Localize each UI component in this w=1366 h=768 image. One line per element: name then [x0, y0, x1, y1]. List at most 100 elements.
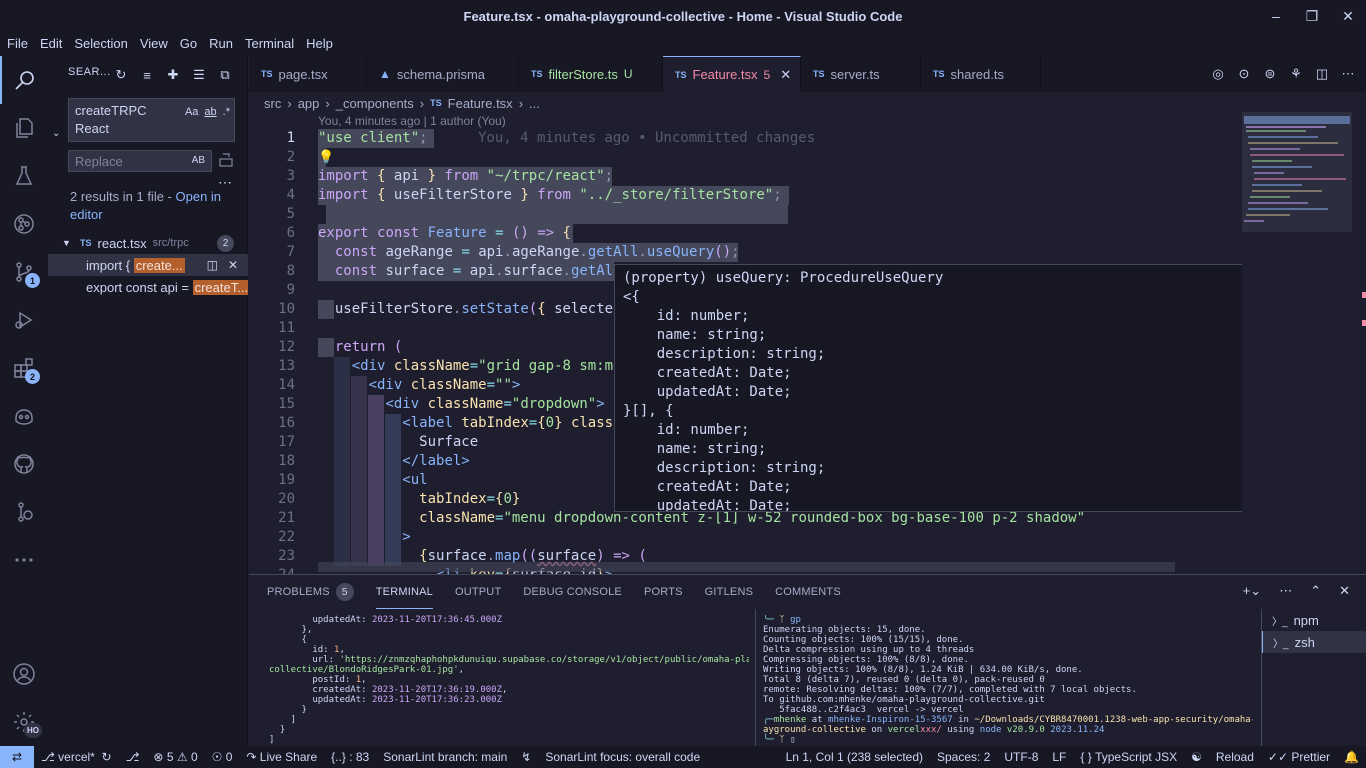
status-eol[interactable]: LF	[1045, 746, 1073, 768]
match-case-toggle[interactable]: Aa	[185, 103, 198, 121]
status-live-share[interactable]: ↷ Live Share	[239, 746, 324, 768]
tab-server-ts[interactable]: TS server.ts	[801, 56, 921, 92]
replace-all-icon[interactable]	[218, 152, 236, 170]
close-panel-icon[interactable]: ✕	[1339, 583, 1350, 599]
status-reload[interactable]: Reload	[1209, 746, 1261, 768]
status-sonar-bolt-icon[interactable]: ↯	[514, 746, 538, 768]
status-copilot-icon[interactable]: ☯	[1184, 746, 1209, 768]
settings-gear-icon[interactable]: HO	[0, 698, 48, 746]
status-prettier[interactable]: ✓✓ Prettier	[1261, 746, 1337, 768]
status-ports[interactable]: ☉ 0	[205, 746, 240, 768]
collapse-all-icon[interactable]: ⧉	[214, 66, 236, 84]
search-match-row[interactable]: import { create... ◫ ✕	[48, 254, 248, 276]
terminal-output-npm[interactable]: updatedAt: 2023-11-20T17:36:45.000Z }, {…	[269, 615, 749, 745]
toggle-replace-chevron-icon[interactable]: ⌄	[52, 128, 60, 139]
view-as-tree-icon[interactable]: ☰	[188, 66, 210, 84]
menu-edit[interactable]: Edit	[34, 32, 68, 56]
replace-match-icon[interactable]: ◫	[207, 258, 218, 272]
testing-icon[interactable]	[0, 152, 48, 200]
panel-tab-gitlens[interactable]: GITLENS	[705, 575, 753, 609]
breadcrumb-app[interactable]: app	[298, 96, 320, 111]
close-window-icon[interactable]: ✕	[1330, 0, 1366, 32]
terminal-item-npm[interactable]: 〉_ npm	[1262, 609, 1366, 631]
remote-explorer-icon[interactable]	[0, 488, 48, 536]
explorer-icon[interactable]	[0, 104, 48, 152]
search-match-row[interactable]: export const api = createT...	[48, 276, 248, 298]
git-graph-icon[interactable]	[0, 200, 48, 248]
menu-view[interactable]: View	[134, 32, 174, 56]
notifications-bell-icon[interactable]: 🔔	[1337, 746, 1366, 768]
git-prev-icon[interactable]: ⊙	[1236, 66, 1252, 82]
status-braces[interactable]: {..} : 83	[324, 746, 376, 768]
extensions-icon[interactable]: 2	[0, 344, 48, 392]
restore-icon[interactable]: ❐	[1294, 0, 1330, 32]
new-terminal-icon[interactable]: +⌄	[1243, 583, 1261, 599]
run-debug-icon[interactable]	[0, 296, 48, 344]
breadcrumb-components[interactable]: _components	[336, 96, 414, 111]
replace-input[interactable]: Replace AB	[68, 150, 212, 172]
panel-more-icon[interactable]: ⋯	[1279, 583, 1292, 599]
remote-indicator-icon[interactable]: ⇄	[0, 746, 34, 768]
status-encoding[interactable]: UTF-8	[997, 746, 1045, 768]
terminal-output-zsh[interactable]: ╰─ ᛉ gp Enumerating objects: 15, done. C…	[763, 615, 1253, 745]
source-control-icon[interactable]: 1	[0, 248, 48, 296]
minimize-icon[interactable]: –	[1258, 0, 1294, 32]
sidebar-title: SEAR...	[68, 66, 111, 78]
status-language[interactable]: { } TypeScript JSX	[1073, 746, 1184, 768]
panel-tab-terminal[interactable]: TERMINAL	[375, 575, 433, 609]
breadcrumb-symbol[interactable]: ...	[529, 96, 540, 111]
tab-page-tsx[interactable]: TS page.tsx	[249, 56, 367, 92]
github-icon[interactable]	[0, 440, 48, 488]
status-sonar-branch[interactable]: SonarLint branch: main	[376, 746, 514, 768]
panel-tab-ports[interactable]: PORTS	[644, 575, 683, 609]
git-compare-icon[interactable]: ◎	[1210, 66, 1226, 82]
menu-file[interactable]: File	[0, 32, 34, 56]
panel-tab-output[interactable]: OUTPUT	[455, 575, 501, 609]
tab-filterstore-ts[interactable]: TS filterStore.ts U	[519, 56, 663, 92]
more-actions-icon[interactable]: ⋯	[1340, 66, 1356, 82]
menu-help[interactable]: Help	[300, 32, 339, 56]
refresh-icon[interactable]: ↻	[110, 66, 132, 84]
menu-go[interactable]: Go	[174, 32, 203, 56]
tab-shared-ts[interactable]: TS shared.ts	[921, 56, 1041, 92]
panel-tab-debug-console[interactable]: DEBUG CONSOLE	[523, 575, 622, 609]
git-next-icon[interactable]: ⊜	[1262, 66, 1278, 82]
panel-tab-problems[interactable]: PROBLEMS 5	[267, 575, 354, 609]
menu-terminal[interactable]: Terminal	[239, 32, 300, 56]
dismiss-match-icon[interactable]: ✕	[228, 258, 238, 272]
status-branch[interactable]: ⎇ vercel* ↻	[34, 746, 119, 768]
status-cursor-position[interactable]: Ln 1, Col 1 (238 selected)	[779, 746, 930, 768]
panel-tab-comments[interactable]: COMMENTS	[775, 575, 841, 609]
accounts-icon[interactable]	[0, 650, 48, 698]
status-problems[interactable]: ⊗ 5 ⚠ 0	[146, 746, 204, 768]
split-editor-icon[interactable]: ◫	[1314, 66, 1330, 82]
more-icon[interactable]	[0, 536, 48, 584]
close-tab-icon[interactable]: ✕	[780, 67, 791, 83]
status-git-graph-icon[interactable]: ⎇	[119, 746, 147, 768]
minimap[interactable]	[1242, 112, 1352, 574]
editor-scrollbar[interactable]	[1352, 112, 1366, 574]
result-file-row[interactable]: ▼ TS react.tsx src/trpc 2	[48, 232, 248, 254]
search-input[interactable]: createTRPC React Aa ab .*	[68, 98, 235, 142]
tab-schema-prisma[interactable]: ▲ schema.prisma	[367, 56, 519, 92]
menu-selection[interactable]: Selection	[68, 32, 133, 56]
preserve-case-toggle[interactable]: AB	[192, 155, 205, 166]
regex-toggle[interactable]: .*	[223, 103, 230, 121]
gitlens-icon[interactable]: ⚘	[1288, 66, 1304, 82]
editor-horizontal-scrollbar[interactable]	[318, 562, 1175, 572]
new-search-editor-icon[interactable]: ✚	[162, 66, 184, 84]
codelens-blame[interactable]: You, 4 minutes ago | 1 author (You)	[318, 114, 506, 128]
search-icon[interactable]	[0, 56, 48, 104]
breadcrumb-src[interactable]: src	[264, 96, 281, 111]
lightbulb-icon[interactable]: 💡	[318, 148, 334, 167]
clear-results-icon[interactable]: ≡	[136, 66, 158, 84]
status-indentation[interactable]: Spaces: 2	[930, 746, 997, 768]
menu-run[interactable]: Run	[203, 32, 239, 56]
terminal-item-zsh[interactable]: 〉_ zsh	[1262, 631, 1366, 653]
breadcrumb-file[interactable]: Feature.tsx	[448, 96, 513, 111]
status-sonar-focus[interactable]: SonarLint focus: overall code	[538, 746, 707, 768]
copilot-icon[interactable]	[0, 392, 48, 440]
tab-feature-tsx[interactable]: TS Feature.tsx 5 ✕	[663, 56, 801, 92]
maximize-panel-icon[interactable]: ⌃	[1310, 583, 1321, 599]
match-word-toggle[interactable]: ab	[204, 103, 216, 121]
